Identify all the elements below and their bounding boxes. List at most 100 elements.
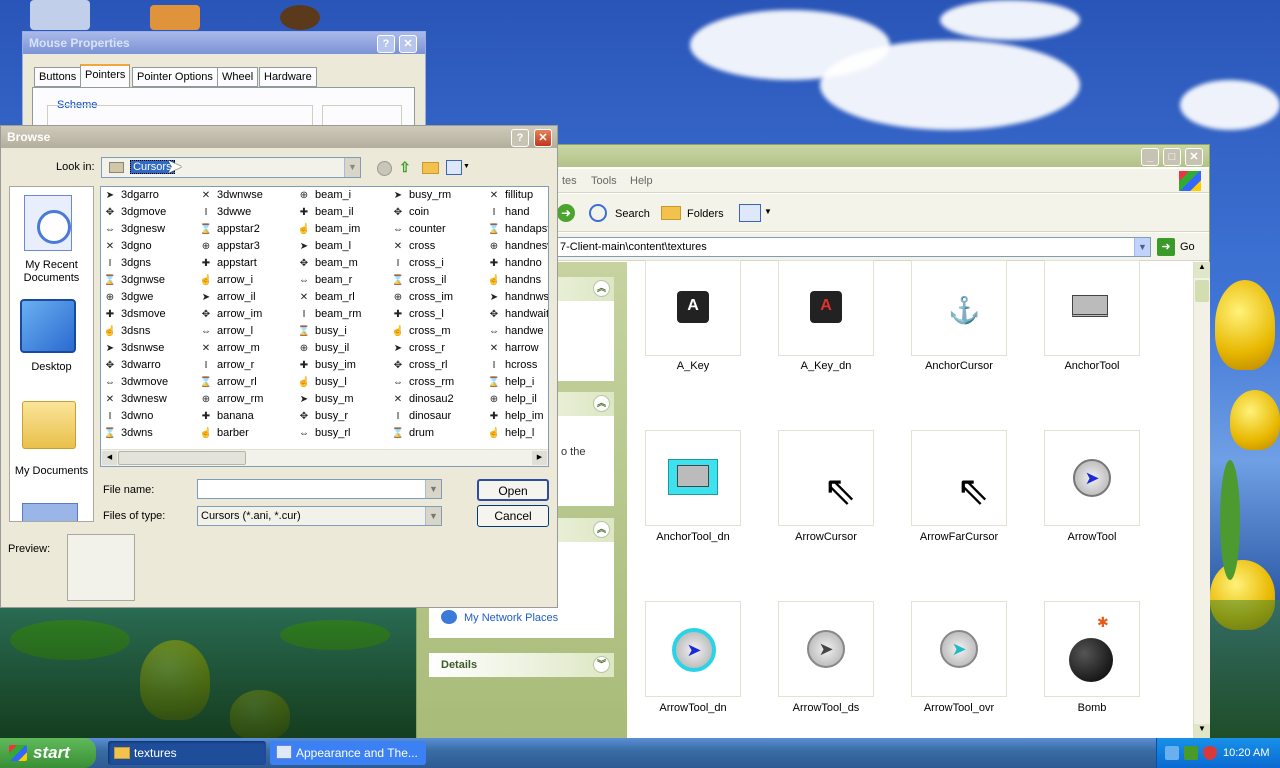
file-item[interactable]: ✕ 3dwnwse — [199, 189, 293, 206]
go-button[interactable]: Go — [1180, 241, 1195, 253]
help-button[interactable]: ? — [511, 129, 529, 147]
file-item[interactable]: ⇔ 3dwmove — [103, 376, 197, 393]
search-button[interactable]: Search — [615, 208, 650, 220]
file-item[interactable]: ➤ handnwse — [487, 291, 548, 308]
up-folder-icon[interactable]: ⇧ — [399, 159, 416, 176]
address-dropdown[interactable]: ▼ — [1134, 238, 1150, 256]
place-recent[interactable]: My Recent Documents — [10, 187, 93, 287]
file-item[interactable]: ⊕ 3dgwe — [103, 291, 197, 308]
scroll-thumb[interactable] — [118, 451, 246, 465]
file-item[interactable]: ✥ coin — [391, 206, 485, 223]
file-item[interactable]: ⇔ handwe — [487, 325, 548, 342]
file-item[interactable]: ✕ 3dwnesw — [103, 393, 197, 410]
help-button[interactable]: ? — [377, 35, 395, 53]
file-item[interactable]: ⌛ drum — [391, 427, 485, 444]
look-in-select[interactable]: Cursors ▼ — [101, 157, 361, 178]
vscroll[interactable]: ▲ ▼ — [1193, 262, 1210, 740]
taskbar-item-appearance[interactable]: Appearance and The... — [270, 741, 426, 765]
file-item[interactable]: I 3dwno — [103, 410, 197, 427]
back-icon[interactable] — [377, 161, 392, 176]
file-item[interactable]: ⇔ 3dgnesw — [103, 223, 197, 240]
tile-anchor-cursor[interactable]: ⚓ — [911, 260, 1007, 356]
file-item[interactable]: ➤ beam_l — [297, 240, 391, 257]
file-item[interactable]: ➤ busy_rm — [391, 189, 485, 206]
file-item[interactable]: ✚ beam_il — [297, 206, 391, 223]
start-button[interactable]: start — [0, 738, 96, 768]
tab-wheel[interactable]: Wheel — [217, 67, 259, 87]
file-item[interactable]: ⇔ arrow_l — [199, 325, 293, 342]
chevron-up-icon[interactable]: ︽ — [593, 395, 610, 412]
file-item[interactable]: ⊕ beam_i — [297, 189, 391, 206]
file-item[interactable]: ☝ help_l — [487, 427, 548, 444]
scroll-right-icon[interactable]: ▶ — [532, 451, 547, 465]
file-item[interactable]: ⌛ arrow_rl — [199, 376, 293, 393]
file-item[interactable]: ✕ 3dgno — [103, 240, 197, 257]
file-item[interactable]: Iarrow_r — [199, 359, 293, 376]
views-icon[interactable] — [739, 204, 761, 222]
file-item[interactable]: ☝ busy_l — [297, 376, 391, 393]
file-item[interactable]: ⌛ handapst — [487, 223, 548, 240]
file-item[interactable]: ✥ 3dwarro — [103, 359, 197, 376]
tile-a-key-dn[interactable]: A — [778, 260, 874, 356]
tile-arrow-far-cursor[interactable]: ⇖ — [911, 430, 1007, 526]
file-name-input[interactable]: ▼ — [197, 479, 442, 499]
file-item[interactable]: ➤ busy_m — [297, 393, 391, 410]
network-tray-icon[interactable] — [1165, 746, 1179, 760]
tile-arrow-cursor[interactable]: ⇖ — [778, 430, 874, 526]
file-item[interactable]: ☝ handns — [487, 274, 548, 291]
tile-arrow-tool-ds[interactable]: ➤ — [778, 601, 874, 697]
view-menu-icon[interactable] — [446, 160, 462, 175]
file-item[interactable]: ⌛ 3dgnwse — [103, 274, 197, 291]
close-button[interactable]: ✕ — [399, 35, 417, 53]
scroll-thumb[interactable] — [1195, 280, 1209, 302]
file-item[interactable]: ☝ arrow_i — [199, 274, 293, 291]
file-item[interactable]: ☝ barber — [199, 427, 293, 444]
file-item[interactable]: Ihcross — [487, 359, 548, 376]
forward-arrow-icon[interactable]: ➜ — [557, 204, 575, 222]
file-item[interactable]: ✥ beam_m — [297, 257, 391, 274]
tile-anchor-tool[interactable] — [1044, 260, 1140, 356]
file-item[interactable]: ✕ cross — [391, 240, 485, 257]
cancel-button[interactable]: Cancel — [477, 505, 549, 527]
security-tray-icon[interactable] — [1184, 746, 1198, 760]
file-item[interactable]: ⇔ busy_rl — [297, 427, 391, 444]
files-of-type-select[interactable]: Cursors (*.ani, *.cur) ▼ — [197, 506, 442, 526]
file-item[interactable]: ☝ beam_im — [297, 223, 391, 240]
place-desktop[interactable]: Desktop — [10, 295, 93, 379]
chevron-up-icon[interactable]: ︽ — [593, 280, 610, 297]
file-item[interactable]: ⌛ appstar2 — [199, 223, 293, 240]
desktop-icon[interactable] — [280, 5, 320, 30]
browse-titlebar[interactable]: Browse ? ✕ — [1, 126, 557, 148]
tile-anchor-tool-dn[interactable] — [645, 430, 741, 526]
file-item[interactable]: ⇔ beam_r — [297, 274, 391, 291]
file-item[interactable]: I 3dgns — [103, 257, 197, 274]
tile-a-key[interactable]: A — [645, 260, 741, 356]
file-item[interactable]: ➤ 3dsnwse — [103, 342, 197, 359]
menu-item[interactable]: tes — [562, 175, 577, 187]
file-item[interactable]: ✥ 3dgmove — [103, 206, 197, 223]
details-header[interactable]: Details ︾ — [429, 653, 614, 677]
chevron-down-icon[interactable]: ▼ — [425, 507, 441, 525]
file-item[interactable]: ✕ beam_rl — [297, 291, 391, 308]
file-item[interactable]: ✚ 3dsmove — [103, 308, 197, 325]
desktop-icon[interactable] — [150, 5, 200, 30]
go-icon[interactable]: ➜ — [1157, 238, 1175, 256]
file-item[interactable]: ⊕ arrow_rm — [199, 393, 293, 410]
file-item[interactable]: ✕ fillitup — [487, 189, 548, 206]
file-item[interactable]: ✚ help_im — [487, 410, 548, 427]
file-item[interactable]: ✕ dinosau2 — [391, 393, 485, 410]
file-item[interactable]: ⊕ help_il — [487, 393, 548, 410]
network-places-link[interactable]: My Network Places — [464, 612, 558, 624]
file-item[interactable]: ⊕ appstar3 — [199, 240, 293, 257]
file-item[interactable]: ✥ cross_rl — [391, 359, 485, 376]
minimize-button[interactable]: _ — [1141, 148, 1159, 166]
file-item[interactable]: ✚ handno — [487, 257, 548, 274]
open-button[interactable]: Open — [477, 479, 549, 501]
computer-icon[interactable] — [22, 503, 78, 521]
file-item[interactable]: ✚ cross_l — [391, 308, 485, 325]
tab-pointer-options[interactable]: Pointer Options — [132, 67, 218, 87]
file-item[interactable]: ☝ cross_m — [391, 325, 485, 342]
file-item[interactable]: ➤ cross_r — [391, 342, 485, 359]
chevron-down-icon[interactable]: ▼ — [344, 158, 360, 177]
address-field[interactable]: 7-Client-main\content\textures ▼ — [557, 237, 1151, 257]
